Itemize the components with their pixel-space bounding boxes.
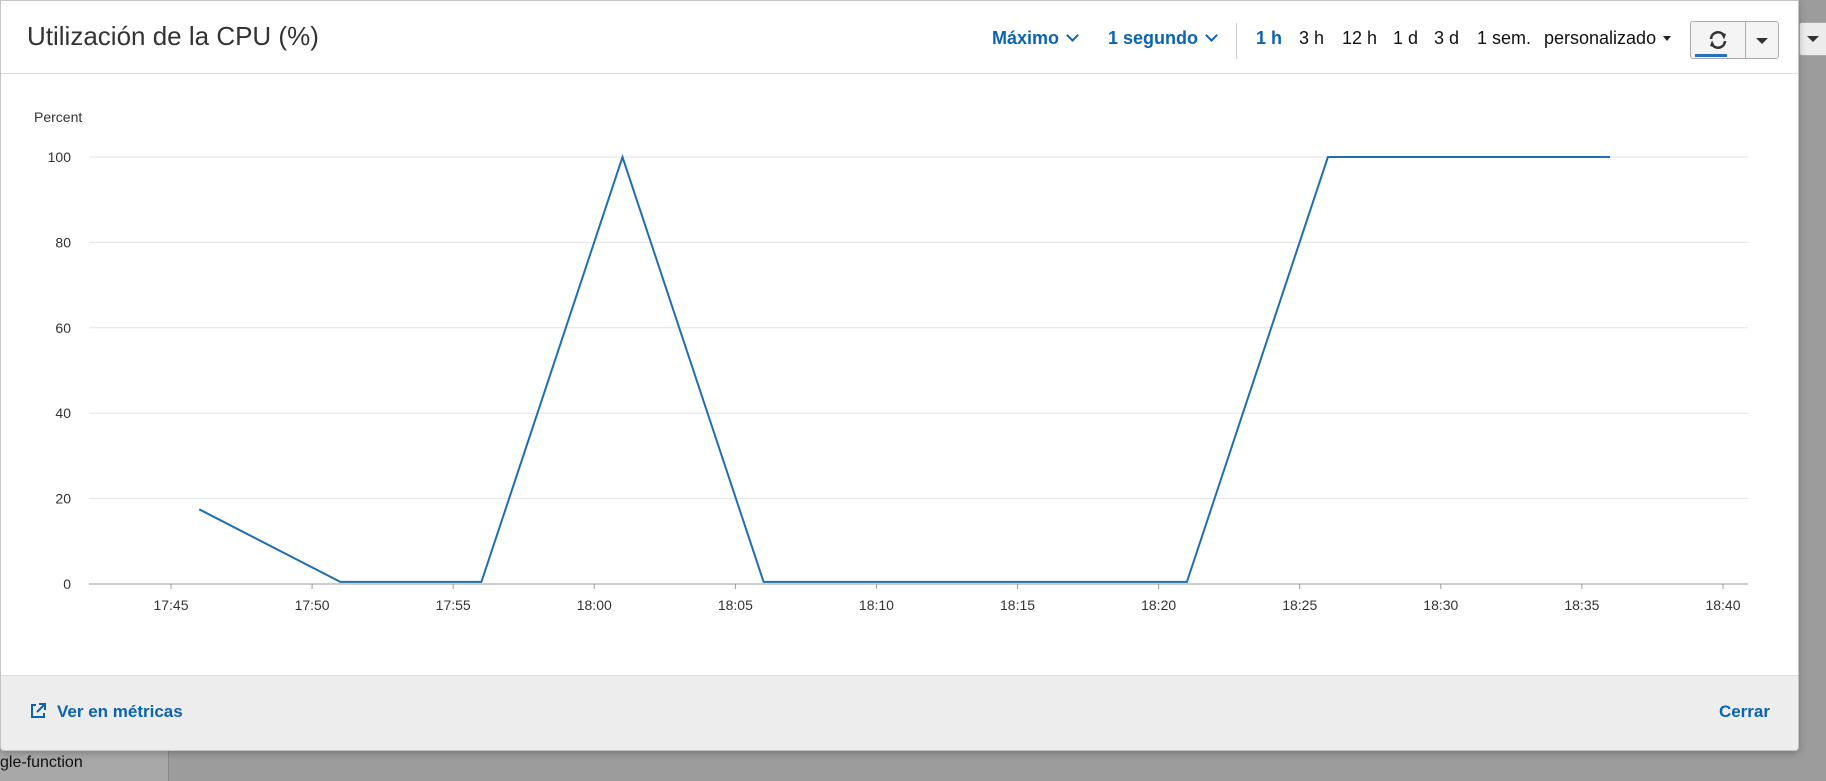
refresh-options-dropdown[interactable] bbox=[1745, 22, 1778, 58]
background-dropdown-button bbox=[1799, 22, 1826, 56]
series-line bbox=[198, 153, 1611, 583]
toolbar-divider bbox=[1236, 23, 1237, 59]
x-tick-label: 18:25 bbox=[1282, 597, 1317, 613]
y-tick-label: 60 bbox=[55, 320, 71, 336]
refresh-button[interactable] bbox=[1691, 22, 1746, 58]
x-tick-label: 17:55 bbox=[436, 597, 471, 613]
chevron-down-icon bbox=[1066, 29, 1079, 42]
y-tick-label: 20 bbox=[55, 491, 71, 507]
cpu-chart: Percent 0 20 40 60 80 100 17:45 17:50 17:55 18:00 1… bbox=[1, 74, 1798, 717]
y-tick-label: 100 bbox=[48, 149, 72, 165]
chevron-down-icon bbox=[1205, 29, 1218, 42]
x-tick-label: 18:10 bbox=[859, 597, 894, 613]
external-link-icon bbox=[31, 702, 46, 718]
modal-footer: Ver en métricas Cerrar bbox=[1, 675, 1798, 750]
range-1h[interactable]: 1 h bbox=[1256, 28, 1282, 49]
cpu-chart-svg: Percent 0 20 40 60 80 100 17:45 17:50 17:55 18:00 1… bbox=[34, 109, 1748, 613]
caret-down-icon bbox=[1756, 38, 1768, 44]
x-tick-label: 18:30 bbox=[1423, 597, 1458, 613]
y-tick-label: 80 bbox=[55, 234, 71, 250]
range-3d[interactable]: 3 d bbox=[1434, 28, 1459, 49]
range-1d[interactable]: 1 d bbox=[1393, 28, 1418, 49]
x-tick-label: 18:40 bbox=[1705, 597, 1740, 613]
view-in-metrics-link[interactable]: Ver en métricas bbox=[29, 702, 183, 722]
close-button[interactable]: Cerrar bbox=[1719, 702, 1770, 722]
period-dropdown[interactable]: 1 segundo bbox=[1108, 28, 1218, 49]
y-tick-label: 40 bbox=[55, 405, 71, 421]
range-3h[interactable]: 3 h bbox=[1299, 28, 1324, 49]
refresh-button-group bbox=[1690, 21, 1779, 59]
range-12h[interactable]: 12 h bbox=[1342, 28, 1377, 49]
caret-down-icon bbox=[1663, 36, 1672, 41]
statistic-dropdown[interactable]: Máximo bbox=[992, 28, 1079, 49]
refresh-icon bbox=[1709, 31, 1727, 49]
background-sidebar-item: gle-function bbox=[0, 754, 83, 771]
x-tick-label: 18:00 bbox=[577, 597, 612, 613]
custom-range-dropdown[interactable]: personalizado bbox=[1544, 28, 1672, 49]
x-tick-label: 18:05 bbox=[718, 597, 753, 613]
cpu-utilization-modal: Utilización de la CPU (%) Máximo 1 segun… bbox=[0, 0, 1799, 751]
x-tick-label: 18:20 bbox=[1141, 597, 1176, 613]
caret-down-icon bbox=[1807, 36, 1819, 42]
refresh-progress bbox=[1695, 54, 1727, 57]
view-in-metrics-label: Ver en métricas bbox=[57, 702, 183, 721]
y-axis-label: Percent bbox=[34, 109, 82, 125]
x-tick-label: 18:35 bbox=[1564, 597, 1599, 613]
modal-title: Utilización de la CPU (%) bbox=[27, 21, 319, 51]
period-label: 1 segundo bbox=[1108, 28, 1199, 48]
modal-header: Utilización de la CPU (%) Máximo 1 segun… bbox=[1, 1, 1798, 74]
range-1week[interactable]: 1 sem. bbox=[1477, 28, 1531, 49]
custom-range-label: personalizado bbox=[1544, 28, 1657, 48]
x-tick-label: 17:50 bbox=[295, 597, 330, 613]
x-tick-label: 18:15 bbox=[1000, 597, 1035, 613]
x-tick-label: 17:45 bbox=[153, 597, 188, 613]
statistic-label: Máximo bbox=[992, 28, 1060, 48]
y-tick-label: 0 bbox=[63, 576, 71, 592]
